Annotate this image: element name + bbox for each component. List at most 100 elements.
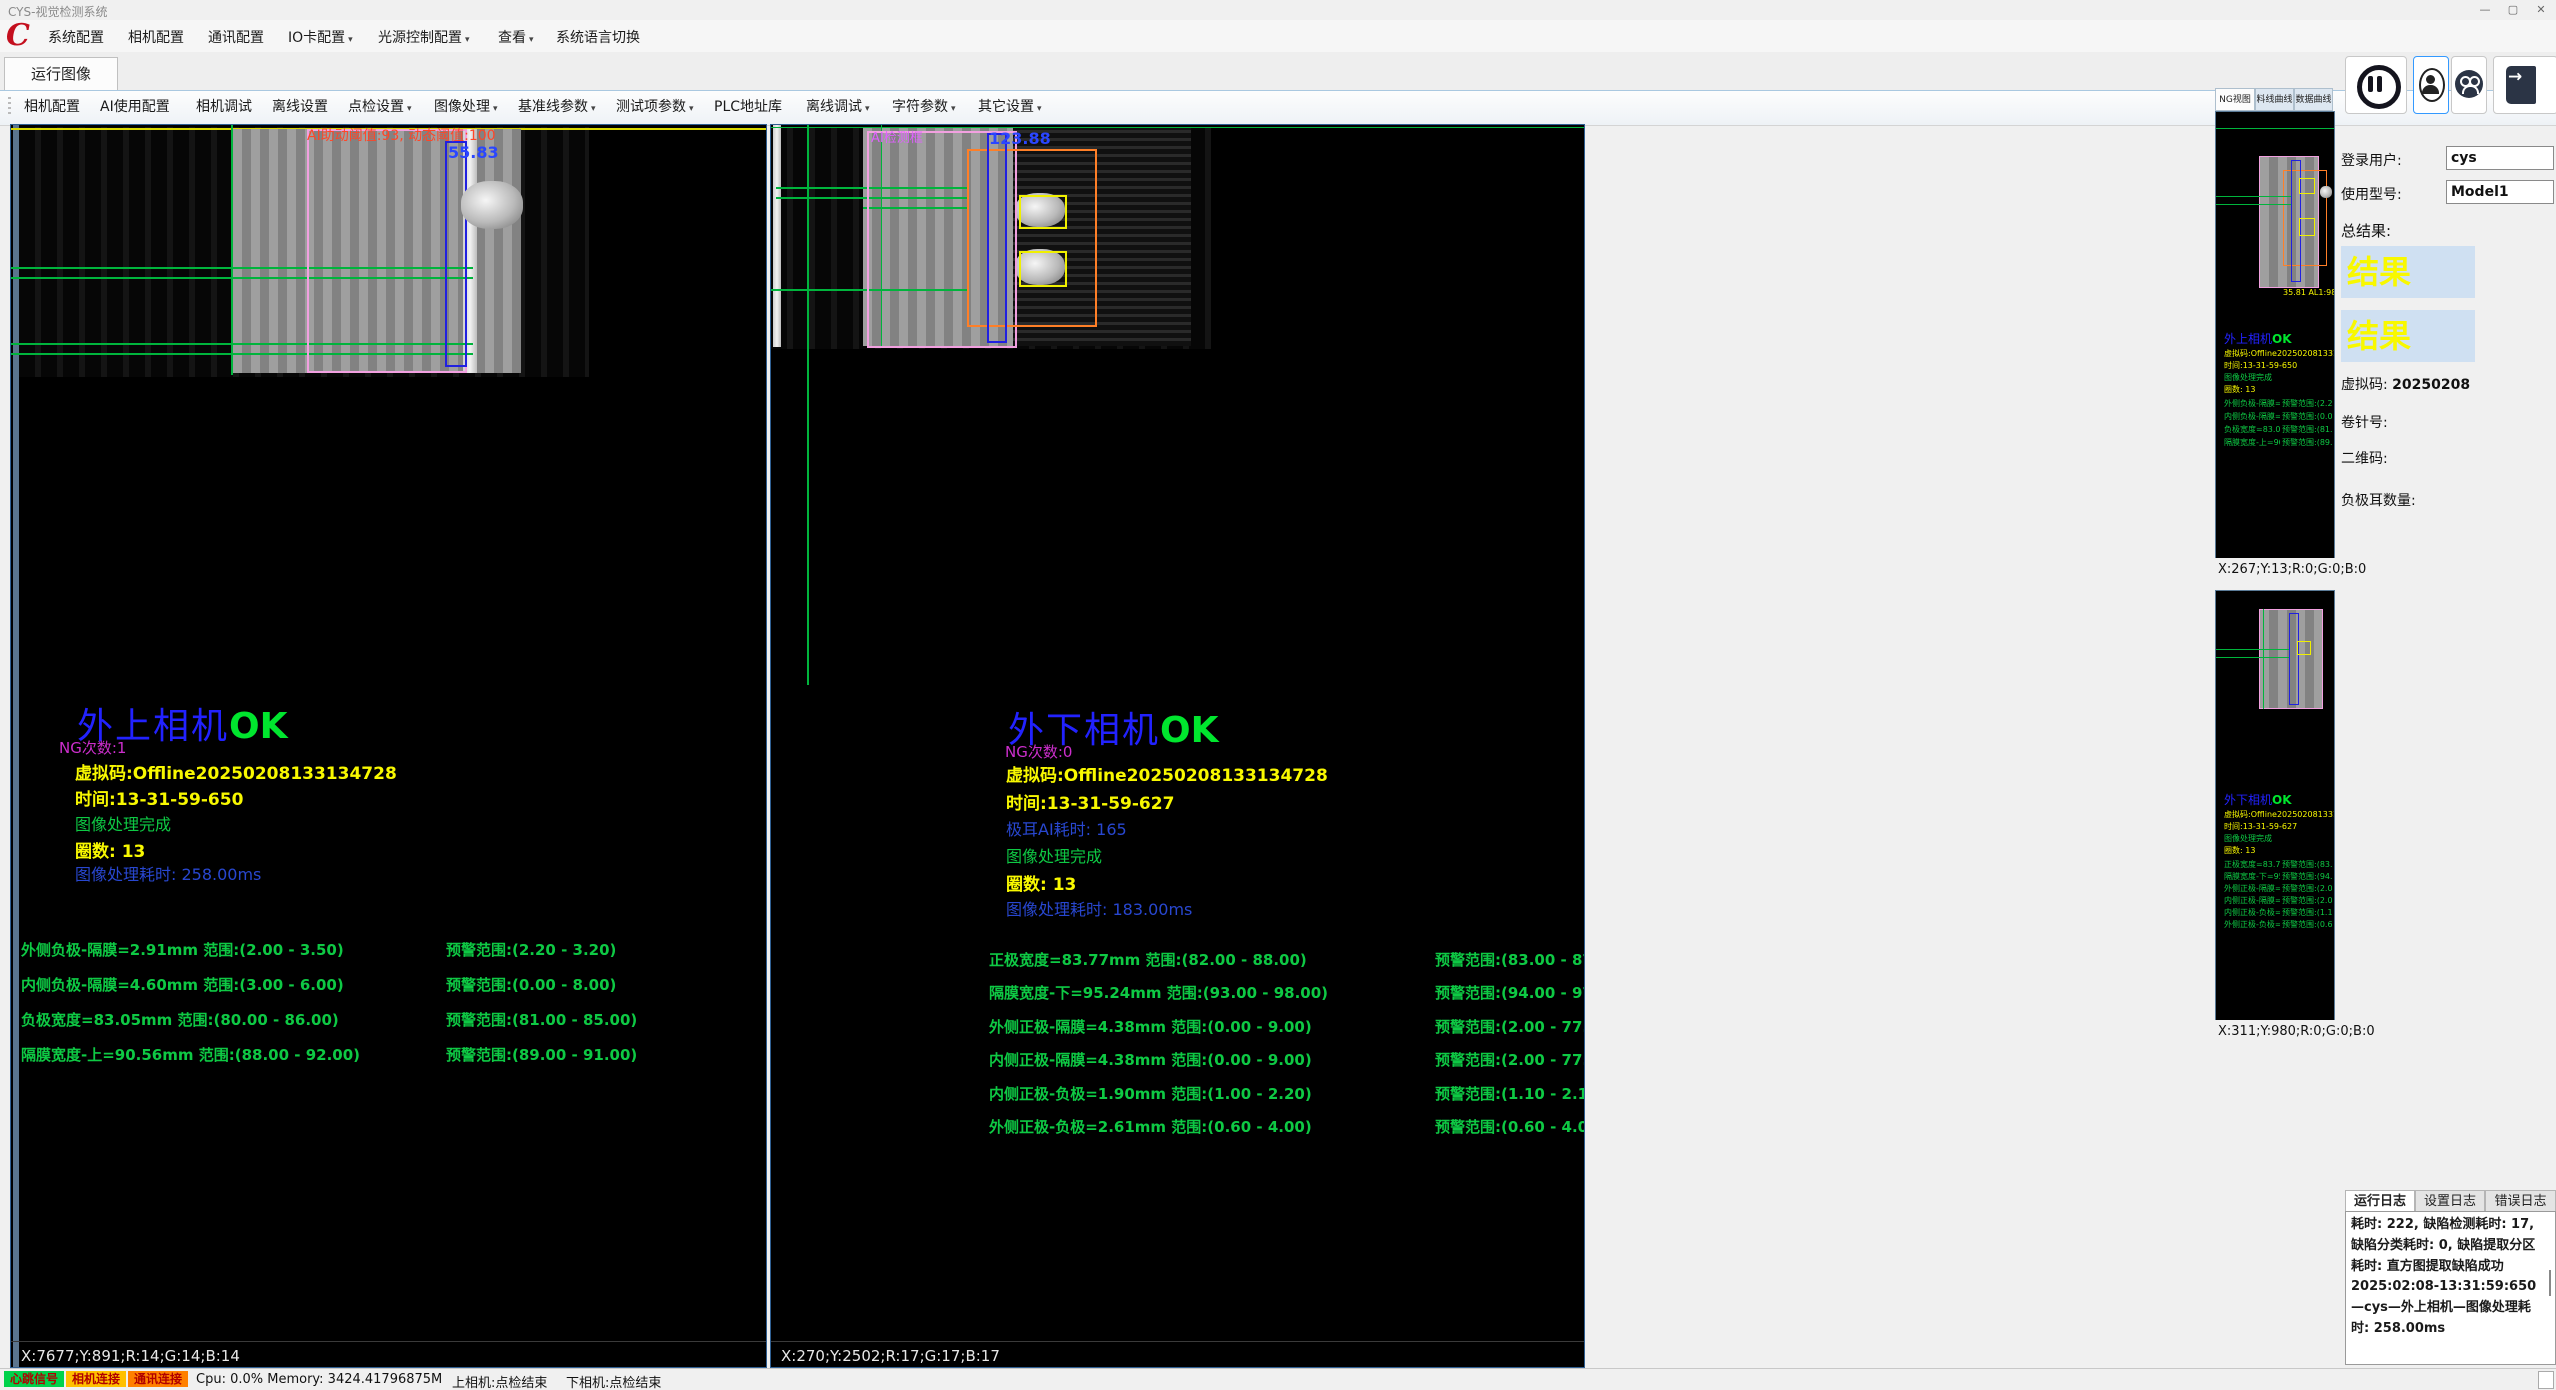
ng-count: NG次数:1: [59, 737, 126, 758]
tool-offline-settings[interactable]: 离线设置: [272, 96, 328, 116]
single-user-button[interactable]: [2413, 56, 2449, 114]
dropdown-arrow-icon: ▾: [591, 104, 596, 114]
dropdown-arrow-icon: ▾: [951, 104, 956, 114]
tool-spot-check[interactable]: 点检设置▾: [348, 96, 412, 116]
menu-comm-config[interactable]: 通讯配置: [208, 27, 264, 47]
pause-button[interactable]: [2345, 56, 2407, 114]
ng-preview-lower[interactable]: 外下相机OK 虚拟码:Offline20250208133134728 时间:1…: [2215, 590, 2335, 1022]
measurement-value: 正极宽度=83.77mm 范围:(82.00 - 88.00): [989, 949, 1307, 970]
login-user-input[interactable]: [2446, 146, 2554, 170]
tab-detect-box: [1019, 195, 1067, 229]
tool-image-process[interactable]: 图像处理▾: [434, 96, 498, 116]
measure-box: [445, 141, 467, 367]
virtual-code-line: 虚拟码:Offline20250208133134728: [75, 759, 397, 784]
user-icon-head: [2426, 75, 2435, 84]
status-resize-grip[interactable]: [2538, 1371, 2554, 1389]
measurement-value: 负极宽度=83.05mm 范围:(80.00 - 86.00): [21, 1009, 339, 1030]
ai-box-label: AI检测框: [871, 127, 923, 146]
result-box-lower: 结果: [2341, 310, 2475, 362]
mini-info-line: 虚拟码:Offline20250208133134728: [2224, 809, 2335, 820]
measurement-warn: 预警范围:(2.00 - 77.00): [1435, 1049, 1585, 1070]
measure-value-tag: 55.83: [448, 143, 499, 162]
ng-preview-upper[interactable]: 35.81 AL1:98 外上相机OK 虚拟码:Offline202502081…: [2215, 111, 2335, 560]
mini-measurement: 外侧正极-负极=2.61mm 范围:(0.60 - 4.00): [2224, 919, 2280, 930]
tab-error-log[interactable]: 错误日志: [2485, 1190, 2556, 1212]
tool-plc-address[interactable]: PLC地址库: [714, 96, 782, 116]
mini-tab-box: [2299, 218, 2315, 236]
tool-offline-debug[interactable]: 离线调试▾: [806, 96, 870, 116]
model-input[interactable]: [2446, 180, 2554, 204]
mini-measurement: 外侧正极-隔膜=4.38mm 范围:(0.00 - 9.00): [2224, 883, 2280, 894]
loop-count-line: 圈数: 13: [75, 837, 145, 862]
measurement-value: 内侧正极-负极=1.90mm 范围:(1.00 - 2.20): [989, 1083, 1312, 1104]
tab-ng-view[interactable]: NG视图显示: [2215, 88, 2255, 111]
measurement-value: 内侧正极-隔膜=4.38mm 范围:(0.00 - 9.00): [989, 1049, 1312, 1070]
mini-title-line: 外下相机OK: [2224, 789, 2292, 808]
login-user-label: 登录用户:: [2341, 150, 2402, 170]
mini-info-line: 虚拟码:Offline20250208133134728: [2224, 348, 2335, 359]
dropdown-arrow-icon: ▾: [689, 104, 694, 114]
menu-io-config[interactable]: IO卡配置▾: [288, 27, 353, 47]
camera-view-lower[interactable]: AI检测框 123.88 外下相机OK NG次数:0 虚拟码:Offline20…: [770, 124, 1585, 1368]
mini-measure-label: 35.81 AL1:98: [2283, 288, 2335, 297]
process-done-line: 图像处理完成: [1006, 843, 1102, 867]
measurement-warn: 预警范围:(81.00 - 85.00): [446, 1009, 637, 1030]
logout-button[interactable]: →: [2493, 56, 2556, 114]
measurement-warn: 预警范围:(1.10 - 2.10): [1435, 1083, 1585, 1104]
mini-measurement-warn: 预警范围:(2.00 - 77.00): [2282, 895, 2332, 906]
tool-ai-config[interactable]: AI使用配置: [100, 96, 170, 116]
user-group-button[interactable]: [2451, 56, 2487, 114]
time-line: 时间:13-31-59-627: [1006, 789, 1174, 814]
mini-camera-result: OK: [2272, 793, 2292, 807]
measurement-warn: 预警范围:(94.00 - 97.00): [1435, 982, 1585, 1003]
close-button[interactable]: ✕: [2528, 2, 2554, 18]
dropdown-arrow-icon: ▾: [529, 35, 534, 45]
mini-measurement-warn: 预警范围:(0.00 - 8.00): [2282, 411, 2332, 422]
menu-light-config[interactable]: 光源控制配置▾: [378, 27, 470, 47]
tab-data-curve[interactable]: 数据曲线图: [2294, 88, 2333, 111]
tool-baseline-params[interactable]: 基准线参数▾: [518, 96, 596, 116]
measurement-value: 外侧正极-负极=2.61mm 范围:(0.60 - 4.00): [989, 1116, 1312, 1137]
time-line: 时间:13-31-59-650: [75, 785, 243, 810]
dropdown-arrow-icon: ▾: [1037, 104, 1042, 114]
mini-info-line: 时间:13-31-59-650: [2224, 360, 2297, 371]
measurement-warn: 预警范围:(0.00 - 8.00): [446, 974, 616, 995]
mini-measurement: 内侧正极-隔膜=4.38mm 范围:(0.00 - 9.00): [2224, 895, 2280, 906]
pixel-coordinates: X:7677;Y:891;R:14;G:14;B:14: [21, 1347, 240, 1365]
tab-line-curve[interactable]: 料线曲线图: [2255, 88, 2294, 111]
green-horizontal-line: [2216, 204, 2291, 205]
measurement-warn: 预警范围:(0.60 - 4.00): [1435, 1116, 1585, 1137]
tool-camera-debug[interactable]: 相机调试: [196, 96, 252, 116]
camera-view-upper[interactable]: AI助动阈值:93, 动态阈值:100 55.83 外上相机OK NG次数:1 …: [10, 124, 767, 1368]
tab-run-log[interactable]: 运行日志: [2345, 1190, 2415, 1212]
tool-char-params[interactable]: 字符参数▾: [892, 96, 956, 116]
measurement-warn: 预警范围:(83.00 - 87.00): [1435, 949, 1585, 970]
tab-run-image[interactable]: 运行图像: [4, 57, 118, 91]
menu-camera-config[interactable]: 相机配置: [128, 27, 184, 47]
mini-tab-box: [2299, 178, 2315, 194]
mini-measurement: 隔膜宽度-上=90.56mm 范围:(88.00 - 92.00): [2224, 437, 2280, 448]
tool-test-params[interactable]: 测试项参数▾: [616, 96, 694, 116]
process-time-line: 图像处理耗时: 258.00ms: [75, 861, 261, 885]
virtual-code-line: 虚拟码:Offline20250208133134728: [1006, 761, 1328, 786]
tool-camera-config[interactable]: 相机配置: [24, 96, 80, 116]
mini-info-line: 图像处理完成: [2224, 833, 2272, 844]
maximize-button[interactable]: ▢: [2500, 2, 2526, 18]
mini-measurement-warn: 预警范围:(89.00 - 91.00): [2282, 437, 2332, 448]
total-result-label: 总结果:: [2341, 220, 2391, 241]
lower-camera-status: 下相机:点检结束: [566, 1372, 661, 1390]
roll-needle-label: 卷针号:: [2341, 412, 2388, 432]
toolbar-grip-icon[interactable]: [8, 97, 11, 117]
pixel-coordinates: X:270;Y:2502;R:17;G:17;B:17: [781, 1347, 1000, 1365]
log-scrollbar[interactable]: [2549, 1270, 2551, 1296]
tool-other-settings[interactable]: 其它设置▾: [978, 96, 1042, 116]
menu-language-switch[interactable]: 系统语言切换: [556, 27, 640, 47]
menu-system-config[interactable]: 系统配置: [48, 27, 104, 47]
tab-settings-log[interactable]: 设置日志: [2415, 1190, 2485, 1212]
minimize-button[interactable]: —: [2472, 2, 2498, 18]
run-log-area[interactable]: 耗时: 222, 缺陷检测耗时: 17, 缺陷分类耗时: 0, 缺陷提取分区耗时…: [2345, 1211, 2556, 1365]
mini-measurement: 内侧正极-负极=1.90mm 范围:(1.00 - 2.20): [2224, 907, 2280, 918]
mini-measurement-warn: 预警范围:(81.00 - 85.00): [2282, 424, 2332, 435]
mini-measurement: 内侧负极-隔膜=4.60mm 范围:(3.00 - 6.00): [2224, 411, 2280, 422]
menu-view[interactable]: 查看▾: [498, 27, 534, 47]
